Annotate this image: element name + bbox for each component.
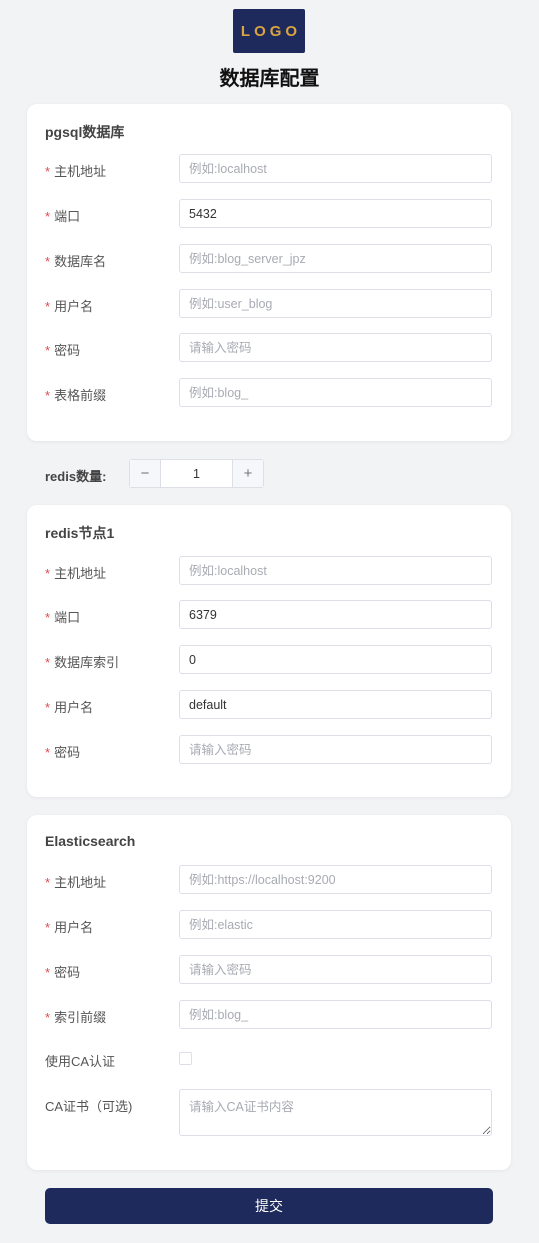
redis-port-row: * 端口 xyxy=(27,600,511,630)
es-prefix-label: * 索引前缀 xyxy=(45,1010,107,1025)
es-password-row: * 密码 xyxy=(27,955,511,985)
redis-count-value[interactable]: 1 xyxy=(161,460,232,487)
pgsql-password-label: * 密码 xyxy=(45,343,81,358)
pgsql-port-label: * 端口 xyxy=(45,209,81,224)
pgsql-user-row: * 用户名 xyxy=(27,289,511,319)
pgsql-card-title: pgsql数据库 xyxy=(45,124,125,140)
required-mark: * xyxy=(45,164,51,179)
required-mark: * xyxy=(45,343,51,358)
redis-dbindex-input[interactable] xyxy=(179,645,492,674)
pgsql-host-row: * 主机地址 xyxy=(27,154,511,184)
required-mark: * xyxy=(45,209,51,224)
es-host-label: * 主机地址 xyxy=(45,875,107,890)
decrement-button[interactable]: − xyxy=(130,460,161,487)
es-password-input[interactable] xyxy=(179,955,492,984)
es-cert-row: CA证书（可选) xyxy=(27,1089,511,1137)
redis-card: redis节点1 *主机地址 *端口 *数据库索引 *用户名 *密码 xyxy=(27,505,511,797)
redis-dbindex-row: * 数据库索引 xyxy=(27,645,511,675)
redis-password-label: * 密码 xyxy=(45,745,81,760)
pgsql-host-input[interactable] xyxy=(179,154,492,183)
increment-button[interactable]: + xyxy=(232,460,263,487)
es-cert-textarea[interactable] xyxy=(179,1089,492,1136)
es-user-row: * 用户名 xyxy=(27,910,511,940)
pgsql-prefix-row: * 表格前缀 xyxy=(27,378,511,408)
redis-count-stepper[interactable]: − 1 + xyxy=(129,459,264,488)
pgsql-dbname-label: * 数据库名 xyxy=(45,254,107,269)
required-mark: * xyxy=(45,655,51,670)
redis-count-label: redis数量: xyxy=(45,469,107,484)
pgsql-port-input[interactable] xyxy=(179,199,492,228)
es-ca-checkbox[interactable] xyxy=(179,1052,192,1065)
redis-port-input[interactable] xyxy=(179,600,492,629)
required-mark: * xyxy=(45,700,51,715)
redis-user-label: * 用户名 xyxy=(45,700,94,715)
pgsql-host-label: * 主机地址 xyxy=(45,164,107,179)
es-user-input[interactable] xyxy=(179,910,492,939)
required-mark: * xyxy=(45,254,51,269)
es-password-label: * 密码 xyxy=(45,965,81,980)
required-mark: * xyxy=(45,965,51,980)
required-mark: * xyxy=(45,1010,51,1025)
redis-host-row: * 主机地址 xyxy=(27,556,511,586)
pgsql-prefix-input[interactable] xyxy=(179,378,492,407)
page-title: 数据库配置 xyxy=(219,68,320,90)
redis-password-row: * 密码 xyxy=(27,735,511,765)
es-prefix-input[interactable] xyxy=(179,1000,492,1029)
es-prefix-row: * 索引前缀 xyxy=(27,1000,511,1030)
required-mark: * xyxy=(45,610,51,625)
es-user-label: * 用户名 xyxy=(45,920,94,935)
pgsql-user-label: * 用户名 xyxy=(45,299,94,314)
required-mark: * xyxy=(45,566,51,581)
submit-button[interactable]: 提交 xyxy=(45,1188,493,1224)
redis-host-label: * 主机地址 xyxy=(45,566,107,581)
pgsql-user-input[interactable] xyxy=(179,289,492,318)
required-mark: * xyxy=(45,299,51,314)
es-host-input[interactable] xyxy=(179,865,492,894)
pgsql-port-row: * 端口 xyxy=(27,199,511,229)
redis-card-title: redis节点1 xyxy=(45,525,115,541)
required-mark: * xyxy=(45,920,51,935)
redis-user-input[interactable] xyxy=(179,690,492,719)
redis-port-label: * 端口 xyxy=(45,610,81,625)
es-ca-label: 使用CA认证 xyxy=(45,1054,116,1069)
pgsql-card: pgsql数据库 *主机地址 *端口 *数据库名 *用户名 *密码 *表格前缀 xyxy=(27,104,511,441)
pgsql-dbname-input[interactable] xyxy=(179,244,492,273)
pgsql-prefix-label: * 表格前缀 xyxy=(45,388,107,403)
es-cert-label: CA证书（可选) xyxy=(45,1099,133,1114)
logo: LOGO xyxy=(233,9,305,53)
redis-host-input[interactable] xyxy=(179,556,492,585)
required-mark: * xyxy=(45,745,51,760)
redis-dbindex-label: * 数据库索引 xyxy=(45,655,120,670)
pgsql-dbname-row: * 数据库名 xyxy=(27,244,511,274)
required-mark: * xyxy=(45,875,51,890)
es-host-row: * 主机地址 xyxy=(27,865,511,895)
pgsql-password-row: * 密码 xyxy=(27,333,511,363)
es-card-title: Elasticsearch xyxy=(45,833,136,849)
es-ca-row: 使用CA认证 xyxy=(27,1044,511,1074)
redis-password-input[interactable] xyxy=(179,735,492,764)
required-mark: * xyxy=(45,388,51,403)
es-card: Elasticsearch *主机地址 *用户名 *密码 *索引前缀 使用CA认… xyxy=(27,815,511,1170)
redis-user-row: * 用户名 xyxy=(27,690,511,720)
pgsql-password-input[interactable] xyxy=(179,333,492,362)
